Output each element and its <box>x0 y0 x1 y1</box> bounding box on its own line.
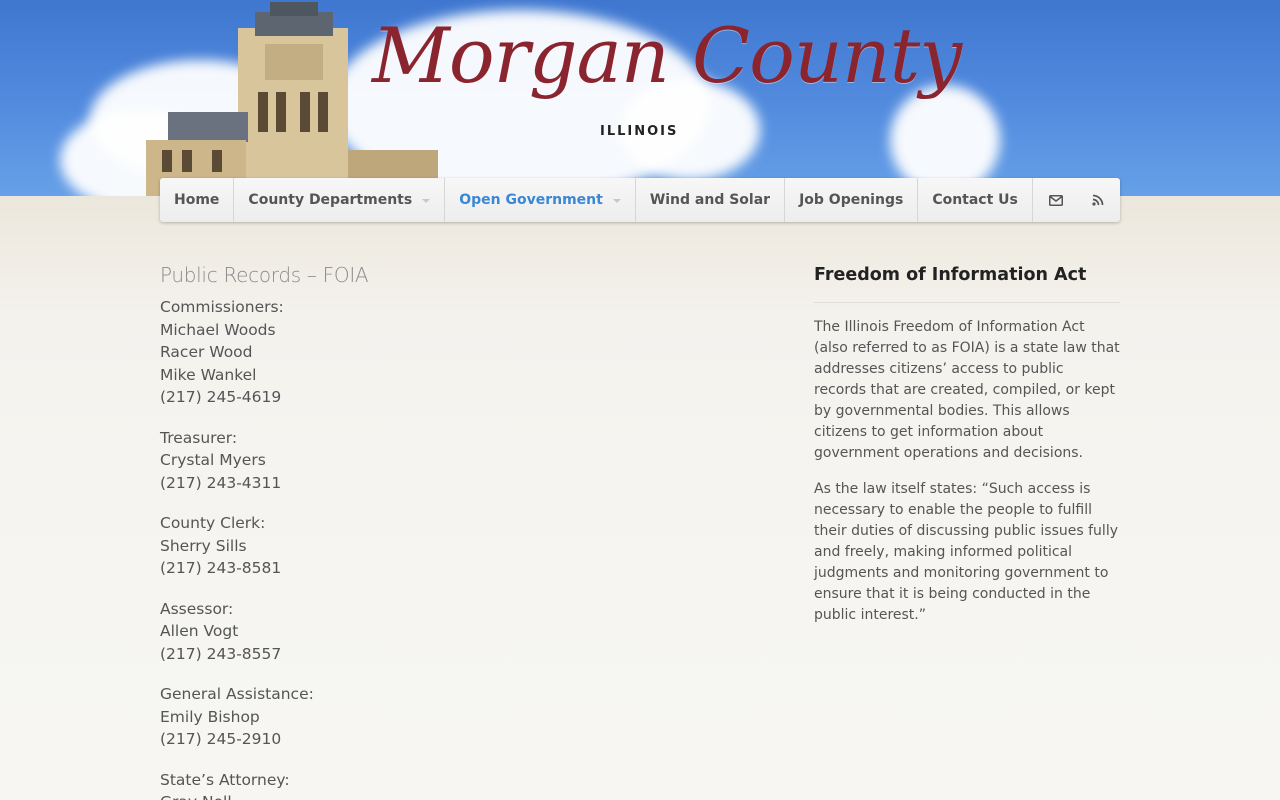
office-person: Sherry Sills <box>160 536 247 555</box>
office-person: Gray Noll <box>160 791 720 800</box>
office-label: Commissioners: <box>160 298 284 316</box>
envelope-icon[interactable] <box>1048 192 1064 208</box>
nav-item-wind-and-solar[interactable]: Wind and Solar <box>636 178 786 222</box>
site-logo[interactable]: Morgan County <box>372 18 962 94</box>
office-states-attorney: State’s Attorney: Gray Noll <box>160 769 720 800</box>
nav-item-label: Contact Us <box>932 192 1018 208</box>
nav-item-label: Wind and Solar <box>649 192 771 208</box>
widget-title: Freedom of Information Act <box>814 262 1120 303</box>
nav-item-contact-us[interactable]: Contact Us <box>918 178 1033 222</box>
office-assessor: Assessor: Allen Vogt (217) 243-8557 <box>160 598 720 666</box>
nav-item-open-government[interactable]: Open Government <box>445 178 636 222</box>
office-label: County Clerk: <box>160 514 266 532</box>
nav-social-icons <box>1048 178 1120 222</box>
office-person: Michael Woods <box>160 320 276 339</box>
office-person: Allen Vogt <box>160 622 239 640</box>
main-content: Public Records – FOIA Commissioners: Mic… <box>160 262 720 800</box>
office-phone: (217) 243-4311 <box>160 473 282 492</box>
rss-icon[interactable] <box>1090 192 1106 208</box>
nav-item-label: Job Openings <box>799 192 904 208</box>
office-phone: (217) 243-8557 <box>160 644 282 663</box>
office-phone: (217) 245-2910 <box>160 730 282 748</box>
site-header: Morgan County ILLINOIS <box>0 0 1280 196</box>
nav-item-label: Home <box>174 192 220 208</box>
office-label: State’s Attorney: <box>160 770 290 789</box>
chevron-down-icon <box>612 199 621 203</box>
office-label: General Assistance: <box>160 685 314 703</box>
nav-item-label: Open Government <box>459 192 603 208</box>
office-general-assistance: General Assistance: Emily Bishop (217) 2… <box>160 683 720 751</box>
office-person: Mike Wankel <box>160 365 257 384</box>
office-commissioners: Commissioners: Michael Woods Racer Wood … <box>160 296 720 409</box>
nav-item-county-departments[interactable]: County Departments <box>234 178 446 222</box>
page-title: Public Records – FOIA <box>160 263 369 287</box>
office-phone: (217) 243-8581 <box>160 559 282 577</box>
office-treasurer: Treasurer: Crystal Myers (217) 243-4311 <box>160 427 720 495</box>
office-label: Treasurer: <box>160 428 238 447</box>
main-nav: Home County Departments Open Government … <box>160 178 1120 222</box>
nav-item-label: County Departments <box>248 192 413 208</box>
site-logo-subtitle: ILLINOIS <box>600 124 679 139</box>
nav-item-home[interactable]: Home <box>160 178 235 222</box>
sidebar-widget-foia: Freedom of Information Act The Illinois … <box>814 262 1120 626</box>
office-person: Racer Wood <box>160 343 253 361</box>
nav-item-job-openings[interactable]: Job Openings <box>785 178 919 222</box>
widget-paragraph: As the law itself states: “Such access i… <box>814 481 1118 623</box>
office-label: Assessor: <box>160 599 234 618</box>
office-person: Emily Bishop <box>160 707 260 726</box>
office-county-clerk: County Clerk: Sherry Sills (217) 243-858… <box>160 512 720 580</box>
office-phone: (217) 245-4619 <box>160 388 282 406</box>
chevron-down-icon <box>422 199 431 203</box>
widget-paragraph: The Illinois Freedom of Information Act … <box>814 319 1120 461</box>
office-person: Crystal Myers <box>160 451 266 469</box>
